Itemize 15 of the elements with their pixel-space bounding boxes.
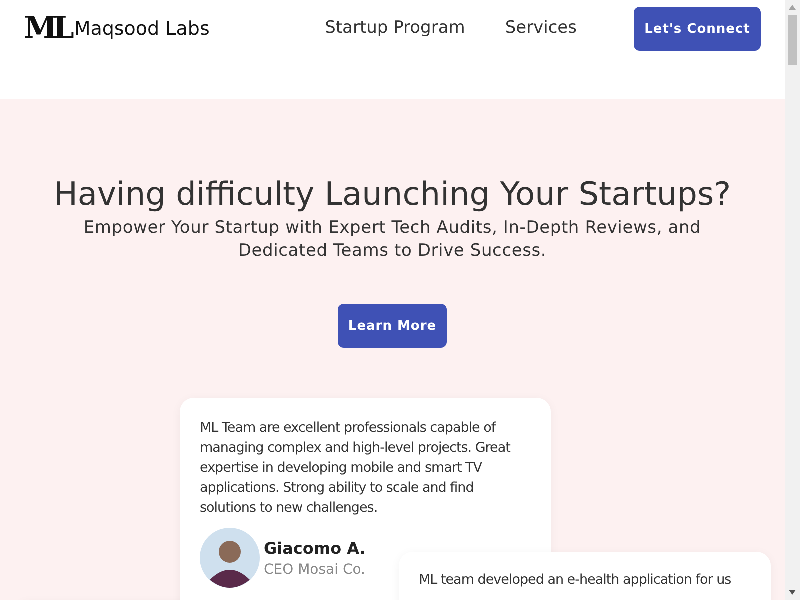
author-name: Giacomo A. [264, 538, 366, 558]
testimonial-quote: ML team developed an e-health application for us [419, 571, 732, 590]
logo-mark[interactable]: ML [24, 14, 70, 44]
testimonial-quote: ML Team are excellent professionals capable of managing complex and high-level projects. Great expertise in developing mobile and smart TV applications. Strong ability to scale and find solutions to new challenges. [200, 419, 512, 518]
avatar-icon [200, 528, 260, 588]
scrollbar[interactable] [785, 0, 800, 600]
nav-link[interactable]: Services [505, 18, 577, 38]
brand-name[interactable]: Maqsood Labs [74, 18, 210, 40]
connect-button[interactable]: Let's Connect [634, 7, 761, 51]
hero-subtitle: Empower Your Startup with Expert Tech Audits, In-Depth Reviews, and Dedicated Teams to Drive Success. [82, 217, 702, 263]
learn-more-button[interactable]: Learn More [338, 304, 447, 348]
hero-title: Having difficulty Launching Your Startups? [54, 175, 732, 213]
author-role: CEO Mosai Co. [264, 562, 366, 578]
nav-link[interactable]: Startup Program [325, 18, 466, 38]
scroll-thumb[interactable] [788, 15, 797, 65]
